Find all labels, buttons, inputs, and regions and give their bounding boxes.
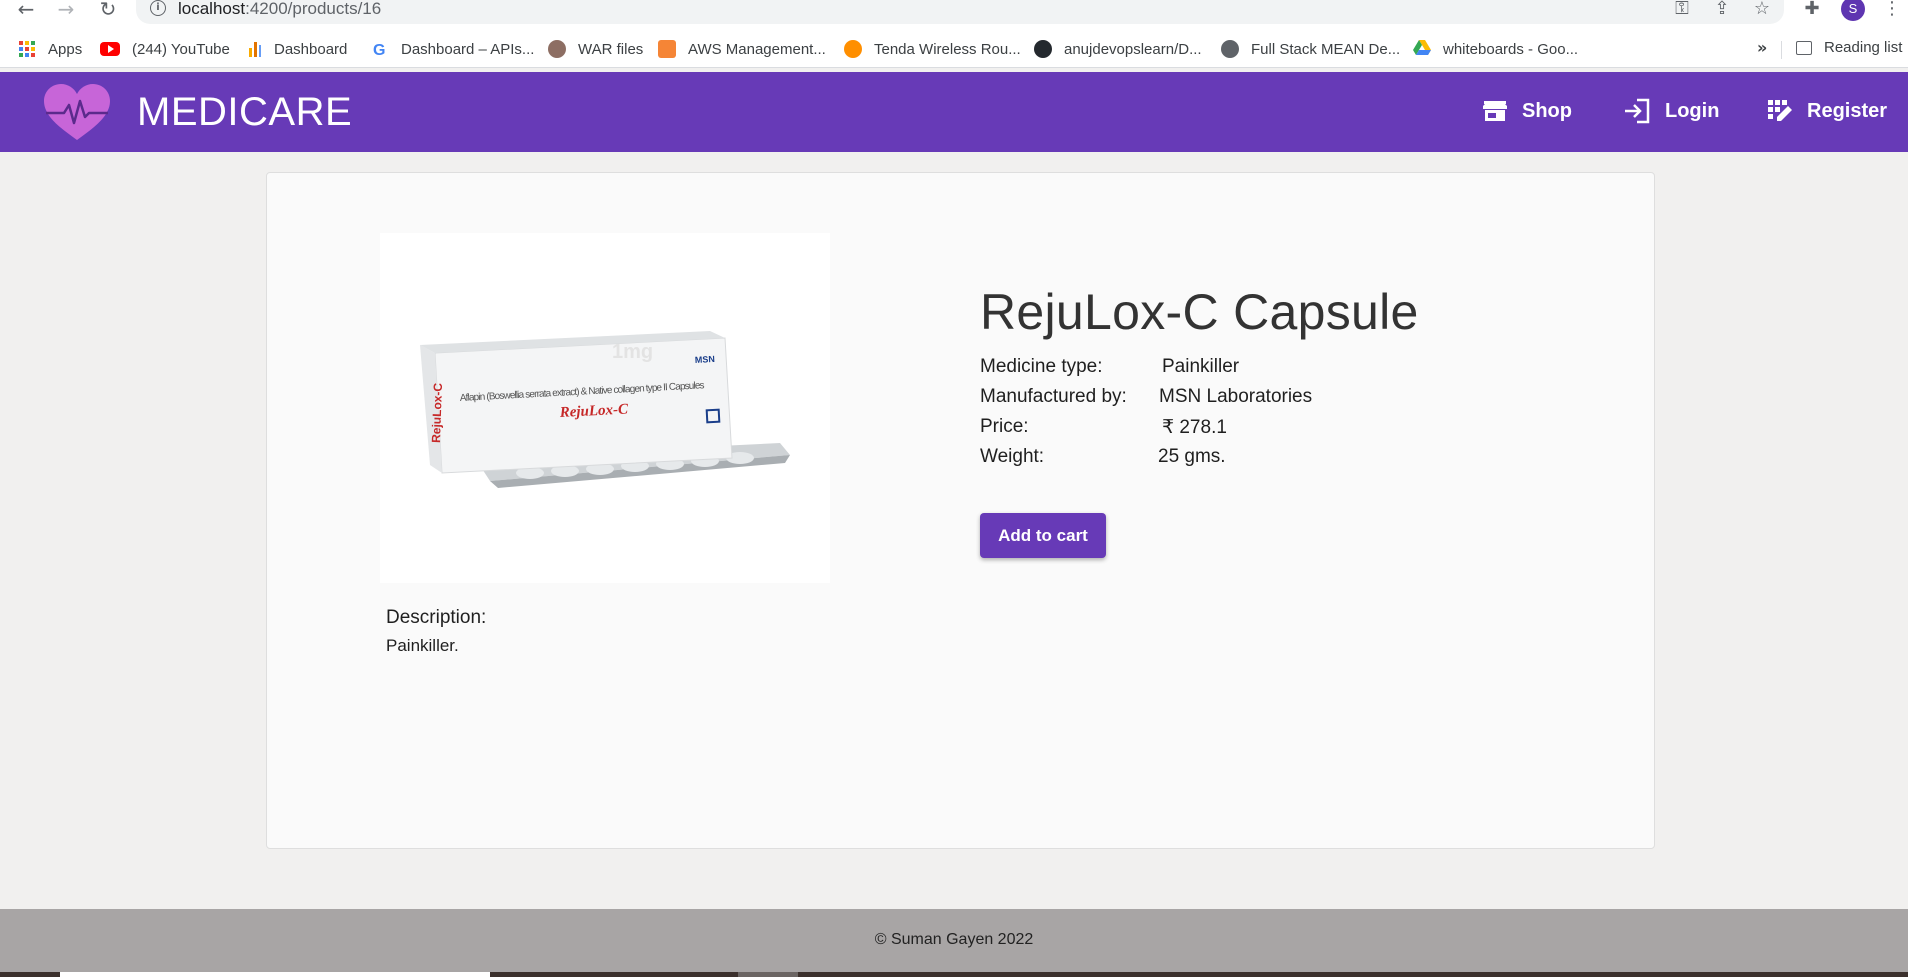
reading-list-icon bbox=[1796, 40, 1812, 55]
taskbar-item[interactable] bbox=[738, 972, 798, 977]
aws-icon bbox=[658, 40, 676, 58]
add-to-cart-button[interactable]: Add to cart bbox=[980, 513, 1106, 558]
product-title: RejuLox-C Capsule bbox=[980, 284, 1419, 340]
bookmark-whiteboards[interactable]: whiteboards - Goo... bbox=[1413, 39, 1578, 59]
box-maker: MSN bbox=[695, 354, 715, 365]
description-label: Description: bbox=[386, 607, 487, 628]
tenda-icon bbox=[844, 40, 862, 58]
medicine-box-image: RejuLox-C Aflapin (Boswellia serrata ext… bbox=[420, 331, 790, 488]
nav-label: Shop bbox=[1522, 99, 1572, 122]
description-text: Painkiller. bbox=[386, 636, 459, 655]
nav-login[interactable]: Login bbox=[1623, 94, 1719, 128]
box-side-brand: RejuLox-C bbox=[429, 382, 445, 443]
manufacturer-value: MSN Laboratories bbox=[1159, 386, 1313, 407]
bookmarks-bar: Apps (244) YouTube Dashboard G Dashboard… bbox=[0, 30, 1908, 68]
medicine-type-label: Medicine type: bbox=[980, 356, 1103, 377]
bookmark-label: WAR files bbox=[578, 40, 644, 58]
bookmark-mean[interactable]: Full Stack MEAN De... bbox=[1221, 39, 1400, 59]
site-info-icon[interactable]: i bbox=[150, 0, 166, 16]
url-path: :4200/products/16 bbox=[245, 0, 382, 18]
brand-name[interactable]: MEDICARE bbox=[137, 90, 352, 135]
github-icon bbox=[1034, 40, 1052, 58]
product-image: RejuLox-C Aflapin (Boswellia serrata ext… bbox=[380, 233, 830, 583]
product-card: RejuLox-C Aflapin (Boswellia serrata ext… bbox=[266, 172, 1655, 849]
back-icon[interactable]: ← bbox=[14, 0, 38, 19]
medicine-type-value: Painkiller bbox=[1162, 356, 1240, 377]
nav-label: Login bbox=[1665, 99, 1720, 122]
reading-list-button[interactable]: Reading list bbox=[1796, 39, 1902, 56]
bookmark-label: anujdevopslearn/D... bbox=[1064, 40, 1202, 58]
star-icon[interactable]: ☆ bbox=[1751, 0, 1773, 18]
browser-toolbar: ← → ↻ i localhost:4200/products/16 ⚿ ⇪ ☆… bbox=[0, 0, 1908, 30]
manufacturer-label: Manufactured by: bbox=[980, 386, 1127, 407]
bookmark-label: AWS Management... bbox=[688, 40, 826, 58]
store-icon bbox=[1483, 101, 1507, 121]
bookmark-google-apis[interactable]: G Dashboard – APIs... bbox=[371, 39, 535, 60]
bookmark-label: (244) YouTube bbox=[132, 40, 230, 58]
bookmark-war-files[interactable]: WAR files bbox=[548, 39, 643, 59]
dashboard-icon bbox=[248, 40, 262, 58]
app-header: MEDICARE Shop Login Register bbox=[0, 72, 1908, 152]
bookmark-label: Full Stack MEAN De... bbox=[1251, 40, 1401, 58]
bookmark-label: Dashboard bbox=[274, 40, 348, 58]
login-icon bbox=[1625, 98, 1650, 124]
bookmark-apps[interactable]: Apps bbox=[18, 39, 82, 59]
globe-icon bbox=[1221, 40, 1239, 58]
heart-pulse-logo-icon[interactable] bbox=[42, 83, 112, 143]
profile-avatar[interactable]: S bbox=[1841, 0, 1865, 21]
price-label: Price: bbox=[980, 416, 1029, 437]
share-icon[interactable]: ⇪ bbox=[1711, 0, 1733, 18]
google-icon: G bbox=[371, 40, 389, 59]
bookmark-label: Tenda Wireless Rou... bbox=[874, 40, 1021, 58]
youtube-icon bbox=[100, 42, 120, 56]
weight-label: Weight: bbox=[980, 446, 1045, 467]
bookmark-label: whiteboards - Goo... bbox=[1443, 40, 1579, 58]
nav-shop[interactable]: Shop bbox=[1482, 94, 1572, 128]
key-icon[interactable]: ⚿ bbox=[1671, 0, 1693, 18]
bookmark-youtube[interactable]: (244) YouTube bbox=[100, 39, 230, 59]
war-files-icon bbox=[548, 40, 566, 58]
reading-list-label: Reading list bbox=[1824, 39, 1903, 56]
svg-text:G: G bbox=[373, 42, 385, 58]
bookmark-github[interactable]: anujdevopslearn/D... bbox=[1034, 39, 1202, 59]
bookmarks-divider bbox=[1781, 41, 1782, 59]
apps-grid-icon bbox=[18, 40, 36, 58]
bookmark-aws[interactable]: AWS Management... bbox=[658, 39, 826, 59]
forward-icon[interactable]: → bbox=[54, 0, 78, 19]
page-footer: © Suman Gayen 2022 bbox=[0, 909, 1908, 977]
image-watermark: 1mg bbox=[612, 341, 653, 363]
reload-icon[interactable]: ↻ bbox=[96, 0, 120, 19]
url-host: localhost bbox=[178, 0, 246, 18]
address-bar[interactable] bbox=[136, 0, 1784, 24]
weight-value: 25 gms. bbox=[1158, 446, 1226, 467]
google-drive-icon bbox=[1413, 40, 1431, 58]
price-value: ₹ 278.1 bbox=[1162, 417, 1227, 438]
extensions-icon[interactable]: ✚ bbox=[1801, 0, 1823, 18]
bookmark-label: Apps bbox=[48, 40, 83, 58]
nav-register[interactable]: Register bbox=[1767, 94, 1887, 128]
bookmark-dashboard[interactable]: Dashboard bbox=[248, 39, 347, 59]
copyright-text: © Suman Gayen 2022 bbox=[874, 931, 1034, 948]
taskbar-active-window[interactable] bbox=[60, 972, 490, 977]
register-icon bbox=[1768, 100, 1792, 121]
bookmark-tenda[interactable]: Tenda Wireless Rou... bbox=[844, 39, 1021, 59]
bookmarks-more-button[interactable]: » bbox=[1757, 38, 1767, 57]
url-text[interactable]: localhost:4200/products/16 bbox=[178, 0, 381, 18]
bookmark-label: Dashboard – APIs... bbox=[401, 40, 535, 58]
nav-label: Register bbox=[1807, 99, 1888, 122]
menu-icon[interactable]: ⋮ bbox=[1881, 0, 1903, 18]
